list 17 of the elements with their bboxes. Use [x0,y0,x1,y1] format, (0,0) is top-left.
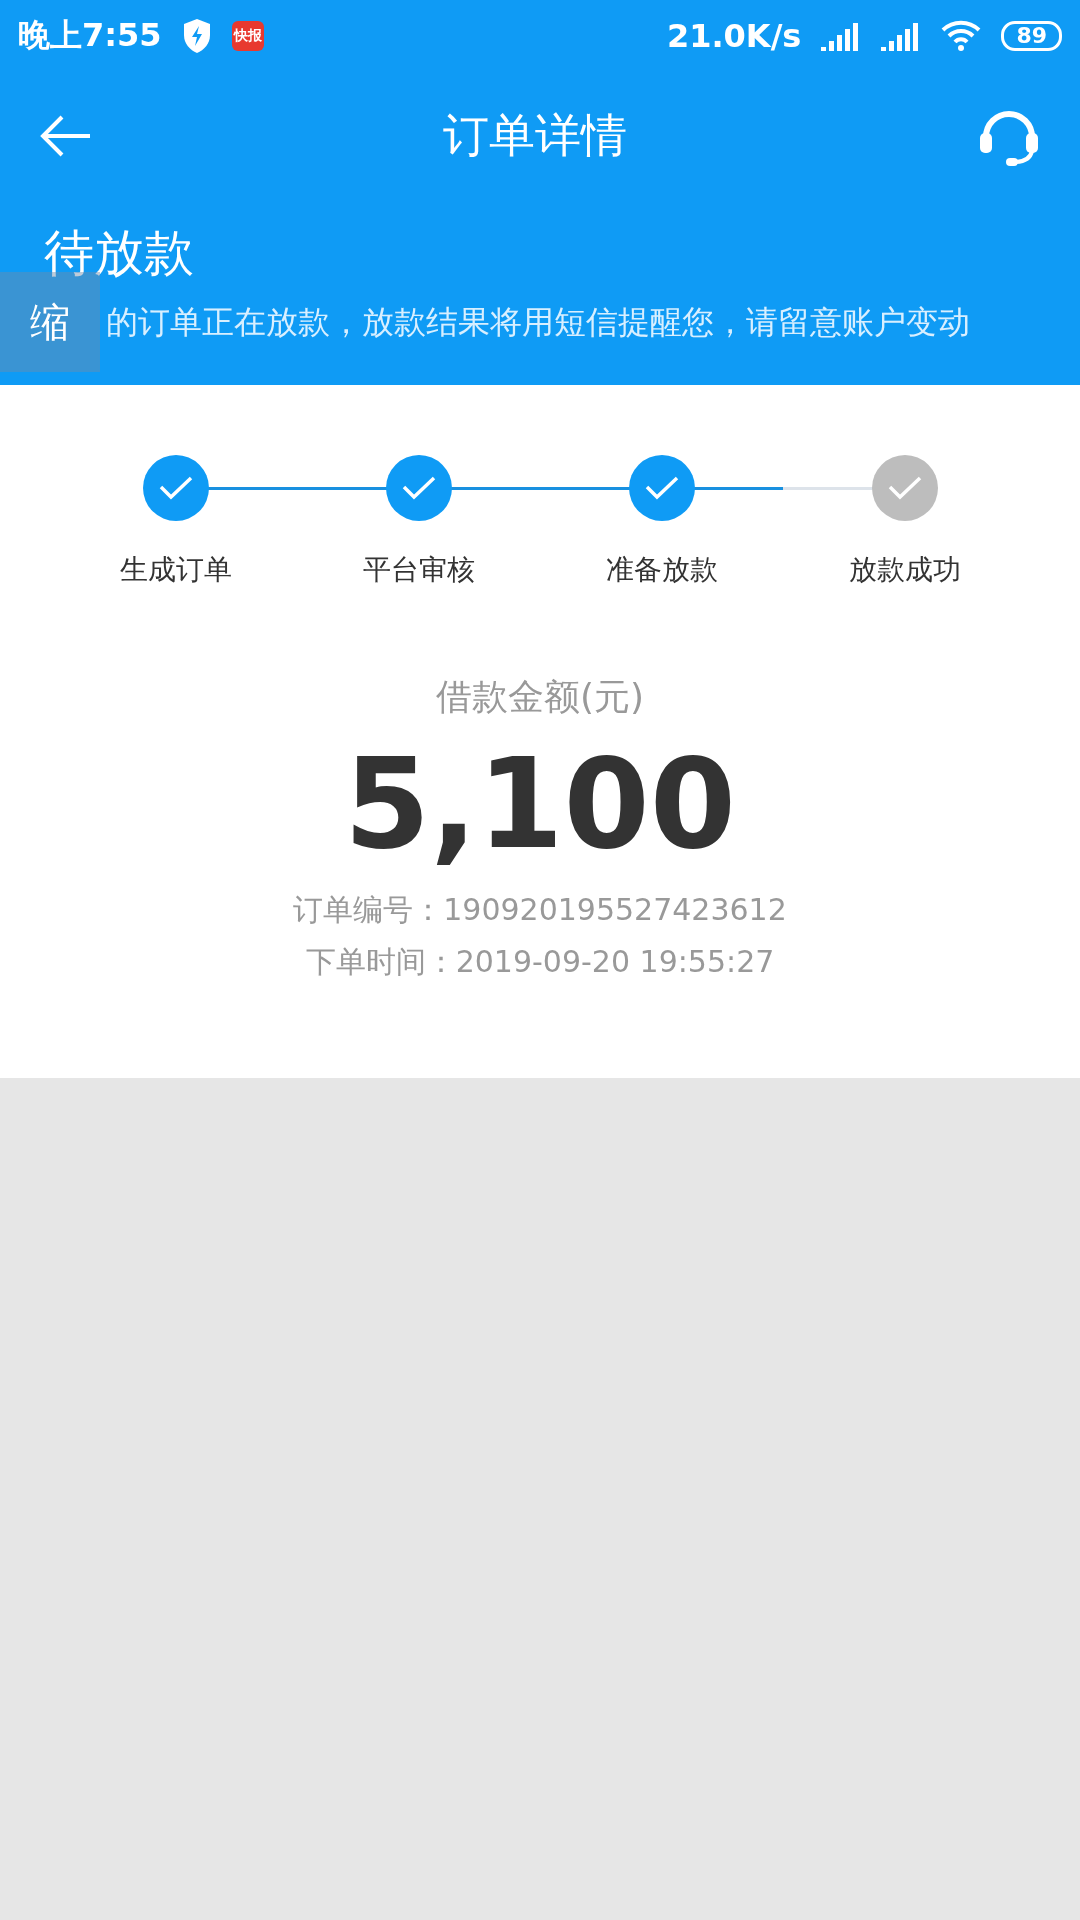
network-speed: 21.0K/s [666,17,802,55]
status-time: 晚上7:55 [18,15,162,56]
step-label: 生成订单 [119,552,232,588]
amount-label: 借款金额(元) [435,675,645,719]
back-button[interactable] [40,114,92,158]
loan-amount: 5,100 [343,732,737,876]
shield-icon [181,18,212,54]
notification-badge: 快报 [231,21,264,51]
battery-indicator: 89 [1001,21,1062,51]
step-label: 平台审核 [362,552,475,588]
step-label: 准备放款 [605,552,718,588]
order-detail: 下单时间：2019-09-20 19:55:27 [305,943,775,981]
step-label: 放款成功 [848,552,961,588]
status-message: 的订单正在放款，放款结果将用短信提醒您，请留意账户变动 [106,302,970,343]
order-detail: 订单编号：190920195527423612 [293,891,787,929]
page-title: 订单详情 [443,107,627,164]
wifi-icon [941,20,982,52]
